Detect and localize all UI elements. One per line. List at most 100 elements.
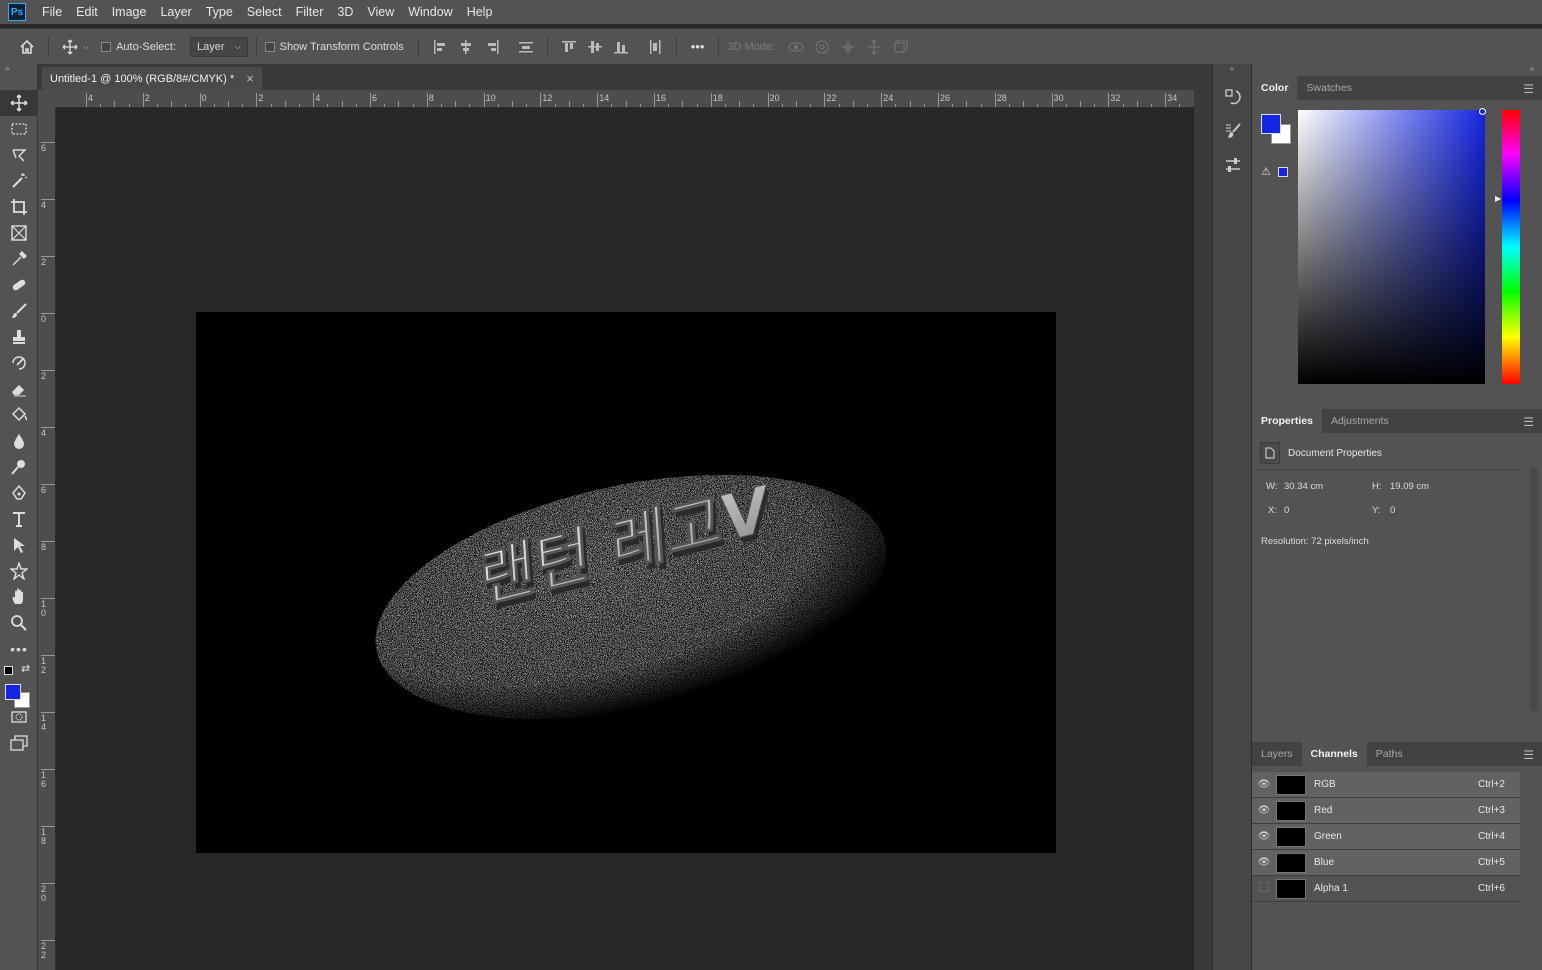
tab-color[interactable]: Color — [1252, 76, 1298, 100]
screen-mode-icon[interactable] — [0, 730, 38, 756]
edit-toolbar-icon[interactable]: ••• — [0, 636, 38, 662]
panel-menu-icon[interactable]: ☰ — [1523, 415, 1534, 429]
chevron-down-icon[interactable]: ⌵ — [83, 42, 89, 52]
width-value[interactable]: 30.34 cm — [1284, 481, 1372, 492]
align-right-icon[interactable] — [479, 36, 505, 58]
channel-row[interactable]: 👁 Green Ctrl+4 — [1252, 824, 1520, 850]
show-transform-checkbox[interactable]: Show Transform Controls — [264, 41, 404, 53]
eye-icon[interactable]: 👁 — [1252, 805, 1276, 816]
canvas-scroll-strip[interactable] — [1194, 90, 1212, 970]
tab-properties[interactable]: Properties — [1252, 409, 1322, 433]
crop-tool-icon[interactable] — [0, 194, 38, 220]
channel-row[interactable]: 👁 RGB Ctrl+2 — [1252, 772, 1520, 798]
roll-3d-icon[interactable] — [809, 36, 835, 58]
tab-swatches[interactable]: Swatches — [1297, 76, 1361, 100]
foreground-color-chip[interactable] — [1261, 114, 1281, 134]
close-tab-icon[interactable]: × — [246, 71, 254, 86]
document-canvas[interactable]: 랜턴 레고V 랜턴 레고V — [196, 312, 1056, 853]
lasso-tool-icon[interactable] — [0, 142, 38, 168]
move-tool-icon[interactable] — [0, 90, 38, 116]
zoom-tool-icon[interactable] — [0, 610, 38, 636]
collapse-panels-icon[interactable]: « — [1213, 64, 1251, 80]
visibility-toggle-empty[interactable] — [1252, 882, 1276, 895]
menu-view[interactable]: View — [360, 0, 401, 24]
tab-layers[interactable]: Layers — [1252, 742, 1302, 766]
home-icon[interactable] — [14, 36, 40, 58]
history-brush-tool-icon[interactable] — [0, 350, 38, 376]
pan-3d-icon[interactable] — [835, 36, 861, 58]
channel-row[interactable]: Alpha 1 Ctrl+6 — [1252, 876, 1520, 902]
menu-layer[interactable]: Layer — [153, 0, 198, 24]
tab-paths[interactable]: Paths — [1367, 742, 1412, 766]
more-options-icon[interactable]: ••• — [691, 39, 705, 54]
document-tab[interactable]: Untitled-1 @ 100% (RGB/8#/CMYK) * × — [42, 67, 262, 90]
auto-select-target-dropdown[interactable]: Layer ⌵ — [190, 36, 248, 57]
properties-scrollbar[interactable] — [1530, 467, 1538, 711]
foreground-color-swatch[interactable] — [5, 684, 21, 700]
custom-shape-tool-icon[interactable] — [0, 558, 38, 584]
eye-icon[interactable]: 👁 — [1252, 857, 1276, 868]
clone-stamp-tool-icon[interactable] — [0, 324, 38, 350]
menu-edit[interactable]: Edit — [69, 0, 105, 24]
dodge-tool-icon[interactable] — [0, 454, 38, 480]
channel-row[interactable]: 👁 Blue Ctrl+5 — [1252, 850, 1520, 876]
vertical-ruler[interactable]: 6 4 2 0 2 4 6 8 1 0 1 2 1 4 1 6 1 8 2 0 2 2 — [38, 108, 56, 970]
tab-channels[interactable]: Channels — [1301, 742, 1367, 766]
canvas-area[interactable]: 랜턴 레고V 랜턴 레고V — [56, 108, 1194, 970]
adjust-sliders-icon[interactable] — [1213, 148, 1253, 182]
tab-adjustments[interactable]: Adjustments — [1322, 409, 1398, 433]
color-field-cursor[interactable] — [1479, 108, 1486, 115]
photoshop-logo-icon[interactable]: Ps — [8, 3, 26, 21]
height-value[interactable]: 19.09 cm — [1390, 481, 1450, 492]
panel-menu-icon[interactable]: ☰ — [1523, 748, 1534, 762]
collapse-toolbar-icon[interactable]: » — [0, 64, 37, 76]
brush-settings-icon[interactable] — [1213, 114, 1253, 148]
menu-3d[interactable]: 3D — [330, 0, 360, 24]
y-value[interactable]: 0 — [1390, 505, 1450, 516]
healing-brush-tool-icon[interactable] — [0, 272, 38, 298]
eye-icon[interactable]: 👁 — [1252, 779, 1276, 790]
hand-tool-icon[interactable] — [0, 584, 38, 610]
marquee-tool-icon[interactable] — [0, 116, 38, 142]
frame-tool-icon[interactable] — [0, 220, 38, 246]
paint-bucket-tool-icon[interactable] — [0, 402, 38, 428]
swap-colors-icon[interactable]: ⇄ — [21, 662, 30, 675]
history-panel-icon[interactable] — [1213, 80, 1253, 114]
ruler-origin[interactable] — [38, 90, 56, 108]
brush-tool-icon[interactable] — [0, 298, 38, 324]
slide-3d-icon[interactable] — [861, 36, 887, 58]
expand-panels-icon[interactable]: » — [1252, 64, 1542, 76]
move-tool-preset-icon[interactable] — [57, 36, 83, 58]
align-bottom-icon[interactable] — [608, 36, 634, 58]
menu-image[interactable]: Image — [105, 0, 154, 24]
orbit-3d-icon[interactable] — [783, 36, 809, 58]
hue-slider-handle[interactable]: ▶ — [1495, 194, 1501, 203]
magic-wand-tool-icon[interactable] — [0, 168, 38, 194]
type-tool-icon[interactable] — [0, 506, 38, 532]
menu-help[interactable]: Help — [460, 0, 500, 24]
align-left-icon[interactable] — [427, 36, 453, 58]
path-selection-tool-icon[interactable] — [0, 532, 38, 558]
align-middle-v-icon[interactable] — [582, 36, 608, 58]
websafe-color-chip[interactable] — [1278, 167, 1288, 177]
eraser-tool-icon[interactable] — [0, 376, 38, 402]
x-value[interactable]: 0 — [1284, 505, 1372, 516]
horizontal-ruler[interactable]: 4 2 0 2 4 6 8 10 12 14 16 18 20 22 24 26 28 30 32 34 — [56, 90, 1194, 108]
align-center-h-icon[interactable] — [453, 36, 479, 58]
menu-window[interactable]: Window — [401, 0, 459, 24]
warning-icon[interactable]: ⚠ — [1261, 165, 1271, 178]
scale-3d-icon[interactable] — [887, 36, 913, 58]
auto-select-checkbox[interactable]: Auto-Select: — [101, 41, 176, 53]
default-colors-icon[interactable] — [4, 666, 13, 675]
eyedropper-tool-icon[interactable] — [0, 246, 38, 272]
panel-menu-icon[interactable]: ☰ — [1523, 82, 1534, 96]
blur-tool-icon[interactable] — [0, 428, 38, 454]
distribute-horizontal-icon[interactable] — [642, 36, 668, 58]
hue-slider[interactable] — [1502, 110, 1520, 384]
distribute-vertical-icon[interactable] — [513, 36, 539, 58]
menu-filter[interactable]: Filter — [289, 0, 331, 24]
align-top-icon[interactable] — [556, 36, 582, 58]
color-field[interactable] — [1298, 110, 1485, 384]
menu-select[interactable]: Select — [240, 0, 289, 24]
channel-row[interactable]: 👁 Red Ctrl+3 — [1252, 798, 1520, 824]
